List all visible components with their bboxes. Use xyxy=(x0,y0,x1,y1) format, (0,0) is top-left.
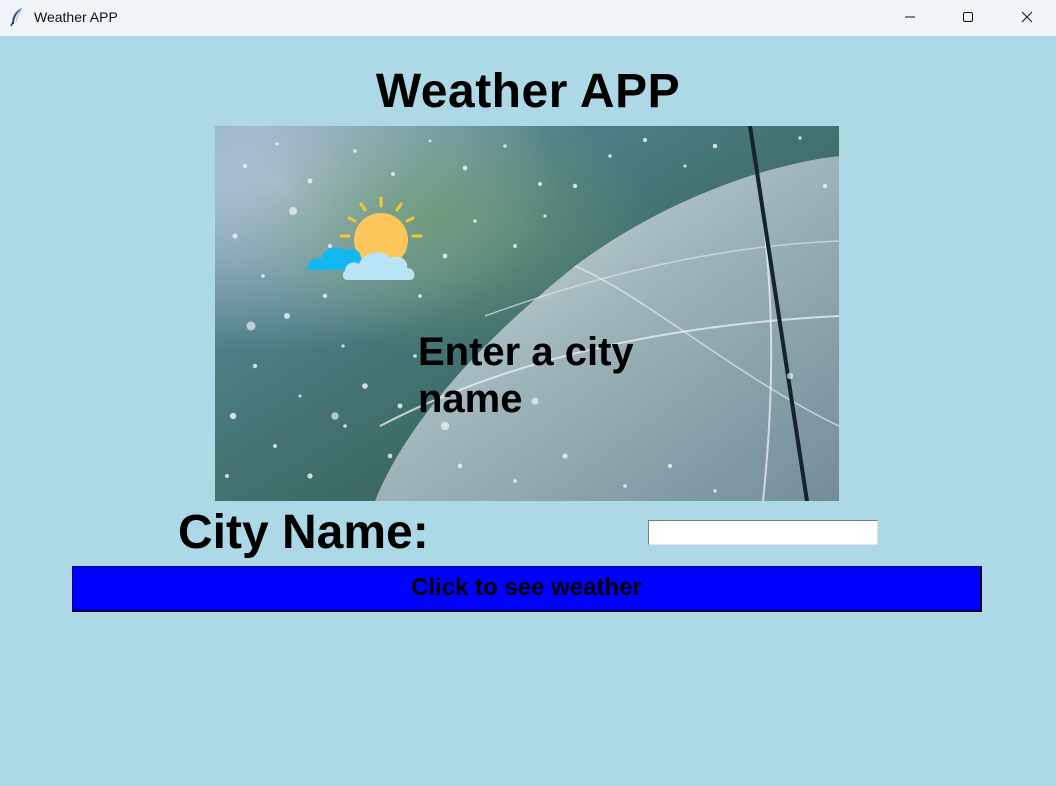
weather-result-text: Enter a city name xyxy=(418,330,634,421)
rain-umbrella-photo xyxy=(215,126,839,501)
app-window: Weather APP Weather APP Enter a city nam… xyxy=(0,0,1056,786)
weather-display: Enter a city name xyxy=(215,126,839,501)
window-title: Weather APP xyxy=(34,9,118,25)
maximize-button[interactable] xyxy=(939,0,997,34)
minimize-icon xyxy=(905,16,915,18)
app-heading: Weather APP xyxy=(375,65,681,118)
close-button[interactable] xyxy=(998,0,1056,34)
city-name-input[interactable] xyxy=(648,520,878,545)
maximize-icon xyxy=(963,12,973,22)
feather-icon xyxy=(8,7,26,27)
title-bar: Weather APP xyxy=(0,0,1056,36)
sun-behind-cloud-icon xyxy=(303,196,425,282)
see-weather-button[interactable]: Click to see weather xyxy=(72,566,982,612)
city-name-label: City Name: xyxy=(178,506,429,559)
minimize-button[interactable] xyxy=(881,0,939,34)
close-icon xyxy=(1021,11,1033,23)
